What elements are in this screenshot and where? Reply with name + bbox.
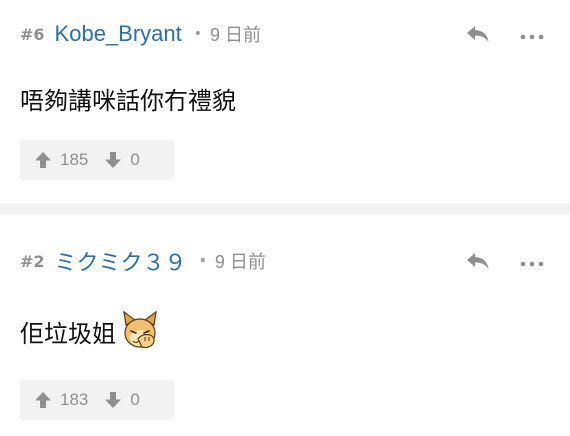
post-content: 佢垃圾姐 [20,307,162,355]
post-time: 9 日前 [214,252,266,272]
downvote-count: 0 [130,150,140,169]
username-link[interactable]: ミクミク３９ [55,245,187,277]
reply-icon[interactable] [465,23,491,45]
post-content: 唔夠講咪話你冇禮貌 [20,80,236,116]
post-header: #2 ミクミク３９ • 9 日前 [20,246,550,276]
reply-icon[interactable] [465,250,491,272]
post-text: 唔夠講咪話你冇禮貌 [20,86,236,115]
downvote-button[interactable]: 0 [104,150,140,170]
post-actions [465,246,550,276]
thumb-up-arrow-icon [35,152,51,168]
post-header: #6 Kobe_Bryant • 9 日前 [20,19,550,49]
upvote-button[interactable]: 185 [34,150,88,170]
vote-bar: 183 0 [20,380,174,420]
thumb-up-arrow-icon [35,392,51,408]
more-icon[interactable] [519,251,545,272]
meta-separator: • [193,26,203,42]
cat-facepalm-emoji [123,310,157,349]
post-text: 佢垃圾姐 [20,319,116,348]
downvote-count: 0 [130,390,140,409]
post-number: #6 [20,24,45,44]
more-icon[interactable] [519,24,545,45]
post-time: 9 日前 [210,25,262,45]
upvote-button[interactable]: 183 [34,390,88,410]
comment-post: #2 ミクミク３９ • 9 日前 佢垃圾姐 183 0 [0,215,570,436]
downvote-button[interactable]: 0 [104,390,140,410]
post-actions [465,19,550,49]
upvote-count: 185 [60,150,89,169]
username-link[interactable]: Kobe_Bryant [55,21,182,47]
upvote-count: 183 [60,390,89,409]
post-number: #2 [20,251,45,271]
comment-post: #6 Kobe_Bryant • 9 日前 唔夠講咪話你冇禮貌 185 0 [0,0,570,203]
post-divider [0,203,570,215]
meta-separator: • [198,253,207,269]
thumb-down-arrow-icon [105,152,122,168]
thumb-down-arrow-icon [105,392,122,408]
vote-bar: 185 0 [20,140,174,180]
